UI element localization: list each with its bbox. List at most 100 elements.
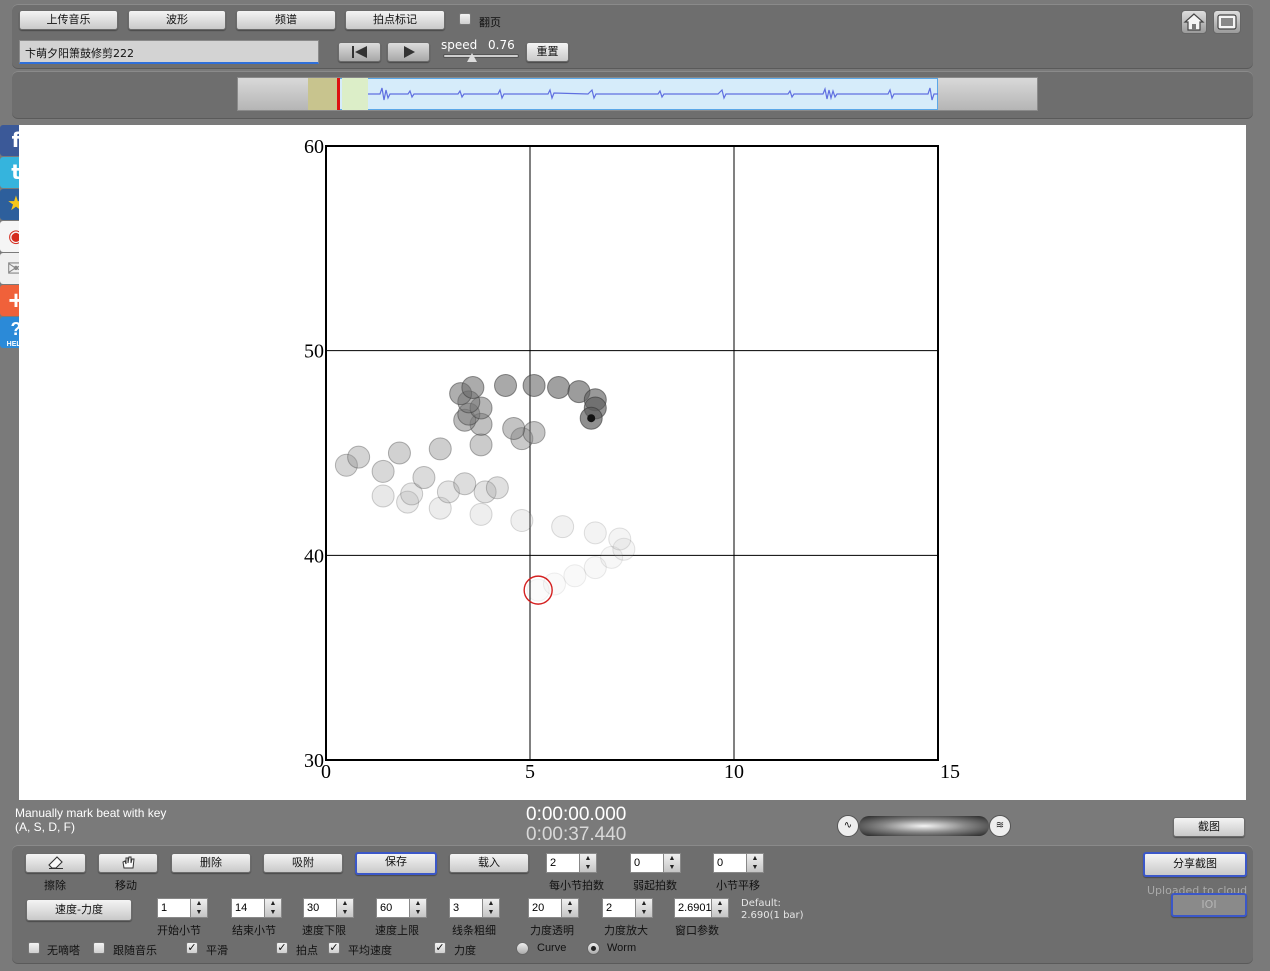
worm-point <box>428 437 452 461</box>
loudness-alpha-field[interactable]: 20 <box>528 898 562 918</box>
ioi-button[interactable]: IOI <box>1171 893 1247 917</box>
hint-line-2: (A, S, D, F) <box>15 820 75 834</box>
delete-button[interactable]: 删除 <box>171 853 251 873</box>
tempo-loudness-chart[interactable]: 0 5 10 1530405060 <box>19 125 1246 800</box>
home-button[interactable] <box>1181 10 1207 34</box>
end-bar-label: 结束小节 <box>232 924 276 937</box>
load-button[interactable]: 载入 <box>449 853 529 873</box>
beats-per-bar-label: 每小节拍数 <box>549 879 604 892</box>
window-param-field[interactable]: 2.6901 <box>674 898 712 918</box>
spectrum-zoom-icon[interactable]: ≋ <box>989 815 1011 837</box>
worm-point <box>453 472 477 496</box>
line-width-field[interactable]: 3 <box>449 898 483 918</box>
smooth-checkbox[interactable]: ✓ <box>186 942 198 954</box>
move-hand-icon <box>122 856 135 869</box>
upload-music-button[interactable]: 上传音乐 <box>19 10 118 30</box>
beat-mark-button[interactable]: 拍点标记 <box>345 10 445 30</box>
worm-point <box>485 476 509 500</box>
loudness-scale-arrows[interactable]: ▲ ▼ <box>636 898 653 918</box>
bar-shift-field[interactable]: 0 <box>713 853 747 873</box>
start-bar-label: 开始小节 <box>157 924 201 937</box>
line-width-label: 线条粗细 <box>452 924 496 937</box>
playhead-marker[interactable] <box>337 78 340 110</box>
loudness-checkbox[interactable]: ✓ <box>434 942 446 954</box>
start-bar-arrows[interactable]: ▲ ▼ <box>191 898 208 918</box>
window-param-label: 窗口参数 <box>675 924 719 937</box>
metronome-label: 无嘀嗒 <box>47 944 80 957</box>
beat-points-checkbox[interactable]: ✓ <box>276 942 288 954</box>
speed-slider-thumb[interactable] <box>467 53 478 62</box>
end-bar-arrows[interactable]: ▲ ▼ <box>265 898 282 918</box>
erase-button[interactable] <box>25 853 86 873</box>
worm-label: Worm <box>607 942 637 954</box>
x-tick-label: 10 <box>724 761 744 783</box>
default-line-1: Default: <box>741 898 781 909</box>
zoom-track[interactable] <box>859 816 989 836</box>
worm-head-dot <box>587 414 596 423</box>
loudness-scale-label: 力度放大 <box>604 924 648 937</box>
waveform-trace <box>368 86 938 101</box>
beats-per-bar-arrows[interactable]: ▲ ▼ <box>580 853 597 873</box>
zoom-slider[interactable]: ∿ ≋ <box>837 814 1011 838</box>
wave-zoom-icon[interactable]: ∿ <box>837 815 859 837</box>
end-bar-field[interactable]: 14 <box>231 898 265 918</box>
skip-to-start-button[interactable] <box>338 42 381 62</box>
y-tick-label: 30 <box>304 750 324 772</box>
x-tick-label: 5 <box>525 761 535 783</box>
worm-point <box>547 376 571 400</box>
play-button[interactable] <box>387 42 430 62</box>
worm-point <box>563 564 587 588</box>
curve-radio[interactable] <box>516 942 529 955</box>
hint-line-1: Manually mark beat with key <box>15 806 167 820</box>
default-line-2: 2.690(1 bar) <box>741 910 804 921</box>
snap-button[interactable]: 吸附 <box>263 853 343 873</box>
move-label: 移动 <box>115 879 137 892</box>
worm-point <box>469 433 493 457</box>
avg-tempo-checkbox[interactable]: ✓ <box>328 942 340 954</box>
tempo-min-arrows[interactable]: ▲ ▼ <box>337 898 354 918</box>
metronome-checkbox[interactable] <box>28 942 40 954</box>
tempo-loudness-button[interactable]: 速度-力度 <box>26 899 132 921</box>
song-title-field[interactable]: 卞萌夕阳箫鼓修剪222 <box>19 40 319 64</box>
worm-point <box>542 572 566 596</box>
pickup-beats-field[interactable]: 0 <box>630 853 664 873</box>
window-param-arrows[interactable]: ▲ ▼ <box>712 898 729 918</box>
beats-per-bar-field[interactable]: 2 <box>546 853 580 873</box>
flip-page-checkbox[interactable] <box>459 13 471 25</box>
save-button[interactable]: 保存 <box>355 852 437 875</box>
worm-point <box>461 376 485 400</box>
move-button[interactable] <box>98 853 158 873</box>
loudness-scale-field[interactable]: 2 <box>602 898 636 918</box>
waveform-overview[interactable] <box>237 77 1038 111</box>
fullscreen-icon <box>1217 14 1237 30</box>
beat-points-label: 拍点 <box>296 944 318 957</box>
chart-canvas[interactable]: 0 5 10 15 30 40 50 60 <box>19 125 1246 800</box>
tempo-max-label: 速度上限 <box>375 924 419 937</box>
tempo-max-arrows[interactable]: ▲ ▼ <box>410 898 427 918</box>
loudness-alpha-arrows[interactable]: ▲ ▼ <box>562 898 579 918</box>
worm-point <box>510 509 534 533</box>
share-screenshot-button[interactable]: 分享截图 <box>1143 852 1247 877</box>
follow-music-checkbox[interactable] <box>93 942 105 954</box>
start-bar-field[interactable]: 1 <box>157 898 191 918</box>
worm-radio[interactable] <box>587 942 600 955</box>
bar-shift-label: 小节平移 <box>716 879 760 892</box>
waveform-button[interactable]: 波形 <box>128 10 226 30</box>
worm-point <box>608 527 632 551</box>
home-icon <box>1183 13 1205 31</box>
worm-point <box>522 373 546 397</box>
selection-left <box>308 78 338 110</box>
reset-button[interactable]: 重置 <box>526 42 569 62</box>
fullscreen-button[interactable] <box>1213 10 1241 34</box>
speed-slider[interactable] <box>443 53 519 62</box>
screenshot-button[interactable]: 截图 <box>1173 817 1245 837</box>
spectrum-button[interactable]: 频谱 <box>236 10 336 30</box>
line-width-arrows[interactable]: ▲ ▼ <box>483 898 500 918</box>
bar-shift-arrows[interactable]: ▲ ▼ <box>747 853 764 873</box>
pickup-beats-arrows[interactable]: ▲ ▼ <box>664 853 681 873</box>
pickup-beats-label: 弱起拍数 <box>633 879 677 892</box>
tempo-min-label: 速度下限 <box>302 924 346 937</box>
tempo-max-field[interactable]: 60 <box>376 898 410 918</box>
worm-point <box>371 459 395 483</box>
tempo-min-field[interactable]: 30 <box>303 898 337 918</box>
